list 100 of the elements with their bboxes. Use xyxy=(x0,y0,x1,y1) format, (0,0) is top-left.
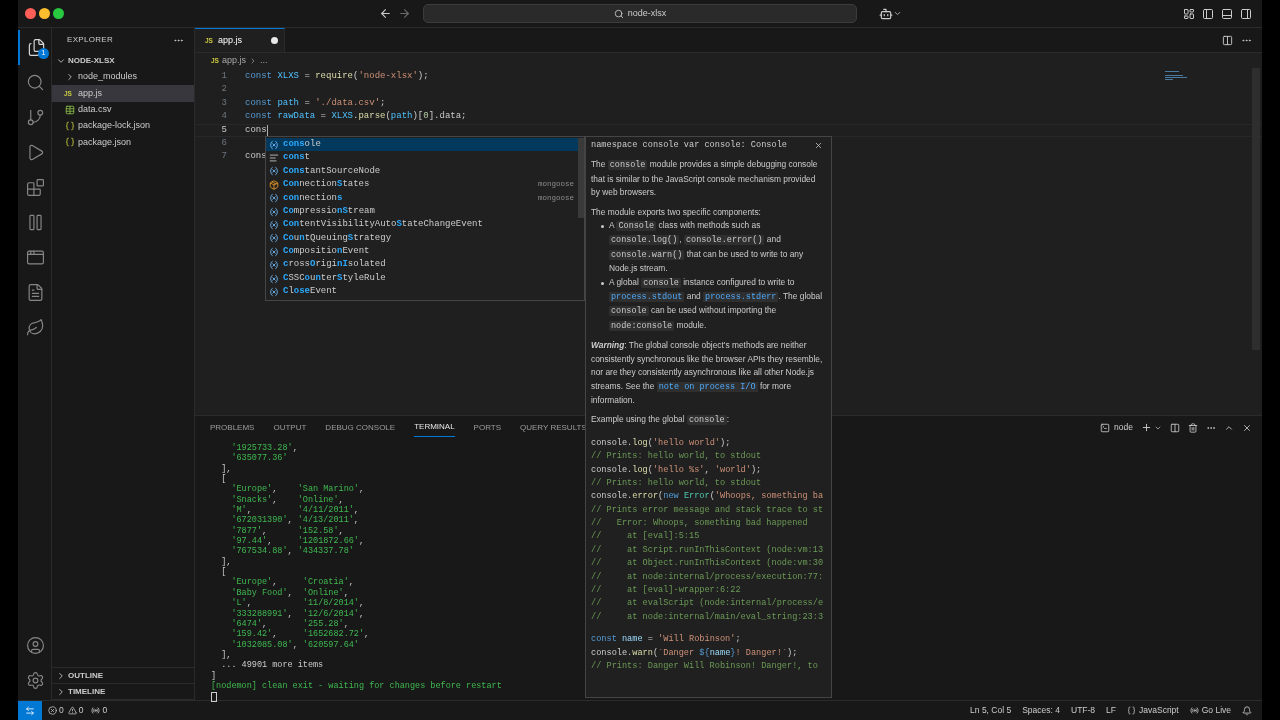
search-icon[interactable] xyxy=(25,73,45,92)
status-item[interactable]: JavaScript xyxy=(1127,704,1179,717)
split-editor-icon[interactable] xyxy=(1222,34,1233,46)
leaf-icon[interactable] xyxy=(25,318,45,337)
doc-link[interactable]: process.stdout xyxy=(609,292,685,303)
terminal-line: 'Europe', 'San Marino', xyxy=(230,484,365,495)
problems-button[interactable]: 0 0 xyxy=(48,704,84,717)
code-line: // Prints error message and stack trace to st xyxy=(591,503,824,517)
terminal-line: '1032085.08', '620597.64' xyxy=(230,639,359,650)
files-icon[interactable] xyxy=(26,38,46,57)
ports-button[interactable]: 0 xyxy=(91,704,108,717)
code-line: // at Script.runInThisContext (node:vm:13 xyxy=(591,543,824,557)
layout-icon[interactable] xyxy=(1183,7,1195,20)
suggestion-item[interactable]: crossOriginIsolated xyxy=(266,258,578,272)
scrollbar-thumb[interactable] xyxy=(578,138,584,218)
suggestion-item[interactable]: ContentVisibilityAutoStateChangeEvent xyxy=(266,218,578,232)
minimize-window-control[interactable] xyxy=(39,8,50,19)
terminal-line: '767534.88', '434337.78' xyxy=(230,546,354,557)
blocks-icon[interactable] xyxy=(25,178,45,197)
secondary-sidebar-icon[interactable] xyxy=(1240,7,1252,20)
branch-icon[interactable] xyxy=(25,108,45,127)
chevron-right-icon xyxy=(249,56,257,65)
variable-icon xyxy=(269,260,279,271)
breadcrumb-item[interactable]: app.js xyxy=(221,53,246,68)
search-icon xyxy=(613,8,624,19)
status-item[interactable]: Ln 5, Col 5 xyxy=(970,704,1012,717)
plus-icon[interactable] xyxy=(1141,422,1152,433)
file-tree-item[interactable]: node_modules xyxy=(52,69,194,86)
terminal-line: '635077.36' xyxy=(230,453,288,464)
broadcast-icon xyxy=(1189,706,1199,715)
line-number: 2 xyxy=(220,83,227,97)
chevron-down-icon[interactable] xyxy=(893,9,902,18)
terminal-line: [ xyxy=(220,567,227,578)
close-window-control[interactable] xyxy=(25,8,36,19)
panel-tab[interactable]: QUERY RESULTS xyxy=(520,418,587,437)
file-tree-item[interactable]: data.csv xyxy=(52,101,194,118)
settings-icon[interactable] xyxy=(25,671,45,690)
code-line: const XLXS = require('node-xlsx'); xyxy=(245,69,429,83)
close-icon[interactable] xyxy=(814,141,823,151)
window-icon[interactable] xyxy=(25,248,45,267)
panel-tab[interactable]: DEBUG CONSOLE xyxy=(325,418,396,437)
section-header[interactable]: NODE-XLSX xyxy=(52,52,194,69)
terminal-line: '672031390', '4/13/2011', xyxy=(230,515,359,526)
status-item[interactable]: Spaces: 4 xyxy=(1022,704,1060,717)
trash-icon[interactable] xyxy=(1188,422,1198,433)
suggestion-item[interactable]: CompositionEvent xyxy=(266,245,578,259)
doc-link[interactable]: process.stderr xyxy=(703,292,779,303)
suggestion-item[interactable]: ConstantSourceNode xyxy=(266,164,578,179)
file-tree-item[interactable]: package.json xyxy=(52,134,194,151)
section-header[interactable]: OUTLINE xyxy=(52,668,194,684)
panel-toggle-icon[interactable] xyxy=(1221,7,1233,20)
account-icon[interactable] xyxy=(25,636,45,655)
terminal-name[interactable]: node xyxy=(1114,421,1133,434)
code-line: // at [eval]-wrapper:6:22 xyxy=(591,584,741,597)
remote-icon xyxy=(25,705,35,716)
forward-icon[interactable] xyxy=(398,7,411,20)
suggestion-item[interactable]: console xyxy=(266,138,578,152)
code-line: // at node:internal/process/execution:77: xyxy=(591,570,824,584)
line-number: 7 xyxy=(220,150,227,164)
close-icon[interactable] xyxy=(1242,422,1252,433)
terminal-line: 'M', '4/11/2011', xyxy=(230,505,359,516)
suggestion-item[interactable]: CountQueuingStrategy xyxy=(266,231,578,246)
panel-tab[interactable]: OUTPUT xyxy=(273,418,307,437)
terminal-line: 'Baby Food', 'Online', xyxy=(230,587,349,598)
suggestion-item[interactable]: CompressionStream xyxy=(266,204,578,219)
variable-icon xyxy=(269,246,279,257)
panel-tab[interactable]: TERMINAL xyxy=(414,418,455,437)
doc-link[interactable]: note on process I/O xyxy=(656,381,758,392)
search-field[interactable]: node-xlsx xyxy=(423,4,857,23)
code-line: // at [eval]:5:15 xyxy=(591,530,700,544)
terminal-line: 'Snacks', 'Online', xyxy=(230,494,344,505)
terminal-line: [nodemon] clean exit - waiting for changes before restart xyxy=(211,680,502,692)
status-item[interactable]: Go Live xyxy=(1189,704,1231,717)
suggestion-item[interactable]: CSSCounterStyleRule xyxy=(266,271,578,286)
file-tree-item[interactable]: package-lock.json xyxy=(52,117,194,135)
panel-tab[interactable]: PROBLEMS xyxy=(210,418,255,437)
split-terminal-icon[interactable] xyxy=(1170,422,1180,433)
suggestion-item[interactable]: const xyxy=(266,151,578,165)
braces-icon xyxy=(1127,706,1136,715)
code-line: console.error(new Error('Whoops, something ba xyxy=(591,490,824,504)
terminal-line: ] xyxy=(211,670,217,681)
robot-icon[interactable] xyxy=(879,6,893,21)
sidebar-toggle-icon[interactable] xyxy=(1202,7,1214,20)
chevron-right-icon xyxy=(56,686,66,697)
code-line: // Error: Whoops, something bad happened xyxy=(591,517,808,531)
status-item[interactable]: LF xyxy=(1106,704,1116,717)
code-line: // at evalScript (node:internal/process/e xyxy=(591,597,824,611)
chevron-right-icon xyxy=(56,670,66,681)
line-number: 5 xyxy=(220,123,227,137)
panel-tab[interactable]: PORTS xyxy=(473,418,502,437)
suggestion-item[interactable]: CloseEvent xyxy=(266,285,578,299)
zoom-window-control[interactable] xyxy=(53,8,64,19)
status-item[interactable]: UTF-8 xyxy=(1071,704,1096,717)
code-line: // at Object.runInThisContext (node:vm:30 xyxy=(591,557,824,571)
bell-icon[interactable] xyxy=(1242,705,1252,716)
code-line: cons xyxy=(245,150,267,164)
breadcrumb-item[interactable]: ... xyxy=(260,53,268,68)
code-line: const path = './data.csv'; xyxy=(245,96,386,110)
line-number: 3 xyxy=(220,96,227,110)
back-icon[interactable] xyxy=(379,7,392,20)
